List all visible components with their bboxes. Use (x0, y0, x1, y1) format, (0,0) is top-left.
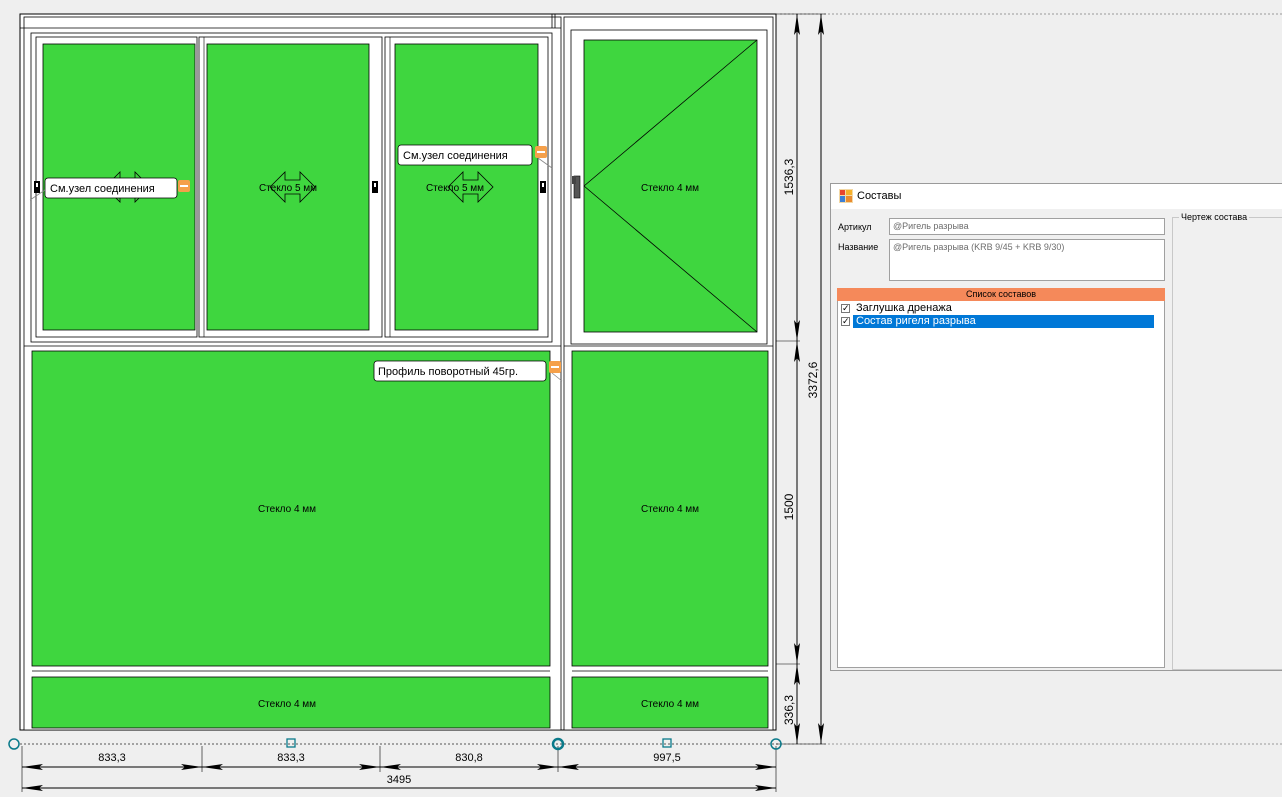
dim-1536: 1536,3 (782, 158, 796, 195)
svg-text:См.узел соединения: См.узел соединения (403, 150, 508, 162)
snap-square[interactable] (662, 738, 672, 748)
glass-label-bottom-left: Стекло 4 мм (258, 699, 316, 710)
dim-830: 830,8 (455, 752, 483, 764)
dialog-title-bar[interactable]: Составы (831, 184, 1282, 209)
palette-icon (839, 189, 853, 203)
glass-label-bottom-right: Стекло 4 мм (641, 699, 699, 710)
dim-total-height: 3372,6 (806, 361, 820, 398)
drawing-group-label: Чертеж состава (1179, 212, 1250, 222)
callout-rotary-profile[interactable]: Профиль поворотный 45гр. (373, 360, 563, 382)
dim-833-a: 833,3 (98, 752, 126, 764)
list-item-selected[interactable]: ✓ Состав ригеля разрыва (839, 315, 1159, 328)
drawing-group (1172, 217, 1282, 670)
checkbox-icon[interactable]: ✓ (841, 317, 850, 326)
dim-833-b: 833,3 (277, 752, 305, 764)
snap-square[interactable] (286, 738, 296, 748)
article-label: Артикул (838, 222, 872, 232)
name-field[interactable]: @Ригель разрыва (KRB 9/45 + KRB 9/30) (889, 239, 1165, 281)
glass-label-middle-right: Стекло 4 мм (641, 504, 699, 515)
svg-text:Профиль поворотный 45гр.: Профиль поворотный 45гр. (378, 366, 518, 378)
svg-text:См.узел соединения: См.узел соединения (50, 183, 155, 195)
dim-1500: 1500 (782, 493, 796, 520)
list-item-label: Состав ригеля разрыва (853, 315, 1154, 328)
list-item-label: Заглушка дренажа (856, 302, 952, 314)
snap-point[interactable] (8, 738, 20, 750)
dim-336: 336,3 (782, 695, 796, 725)
compositions-list[interactable]: ✓ Заглушка дренажа ✓ Состав ригеля разры… (837, 301, 1165, 668)
glass-label-top-right: Стекло 5 мм (426, 183, 484, 194)
list-item[interactable]: ✓ Заглушка дренажа (839, 302, 1159, 315)
callout-left-connection[interactable]: См.узел соединения (29, 177, 190, 201)
callout-right-connection[interactable]: См.узел соединения (397, 144, 553, 169)
dim-total-width: 3495 (387, 774, 411, 786)
glass-label-right-top: Стекло 4 мм (641, 183, 699, 194)
list-header: Список составов (837, 288, 1165, 301)
checkbox-icon[interactable]: ✓ (841, 304, 850, 313)
name-label: Название (838, 242, 879, 252)
dialog-title: Составы (857, 190, 902, 202)
compositions-dialog[interactable]: Составы Артикул @Ригель разрыва Название… (830, 183, 1282, 671)
article-field[interactable]: @Ригель разрыва (889, 218, 1165, 235)
glass-label-top-mid: Стекло 5 мм (259, 183, 317, 194)
glass-label-middle-left: Стекло 4 мм (258, 504, 316, 515)
dim-997: 997,5 (653, 752, 681, 764)
